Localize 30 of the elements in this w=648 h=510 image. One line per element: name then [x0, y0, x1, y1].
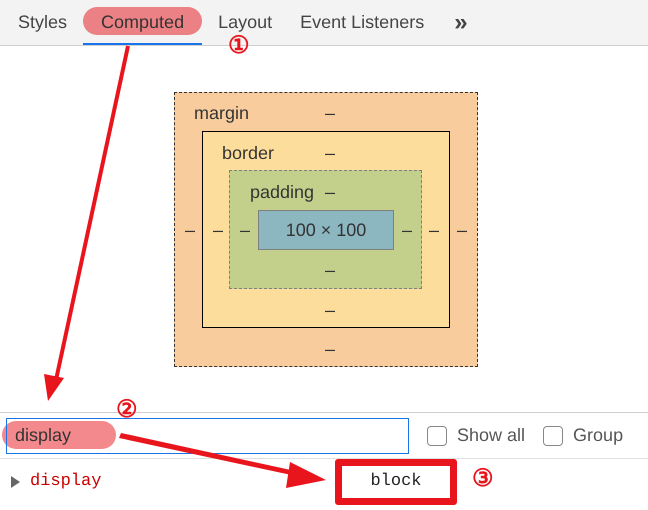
value-text: – [325, 259, 336, 281]
step-number: ① [228, 33, 250, 59]
checkbox[interactable] [427, 426, 447, 446]
tab[interactable]: Styles [6, 1, 80, 45]
value-text: – [325, 142, 336, 164]
filter-field[interactable]: display [6, 418, 409, 454]
step-number: ③ [472, 466, 494, 492]
value-text: – [185, 219, 196, 241]
checkbox-label: Group [573, 424, 624, 447]
value-text: – [325, 102, 336, 124]
tab[interactable]: Computed [83, 1, 202, 45]
value-text: – [325, 338, 336, 360]
value-text: – [429, 219, 440, 241]
value-text: – [325, 181, 336, 203]
content-box: 100 × 100 [258, 210, 394, 250]
padding-label: padding [250, 181, 314, 203]
value-text: – [213, 219, 224, 241]
margin-label: margin [194, 102, 250, 124]
more-tabs-button[interactable]: » [440, 1, 482, 45]
checkbox-label: Show all [457, 424, 526, 447]
value-text: – [240, 219, 250, 241]
expand-arrow-icon[interactable] [10, 476, 20, 488]
border-label: border [222, 142, 274, 164]
value-text: – [457, 219, 468, 241]
checkbox[interactable] [543, 426, 564, 446]
property-name: display [30, 471, 102, 494]
value-text: – [325, 299, 336, 321]
property-value: block [335, 459, 457, 505]
tab[interactable]: Event Listeners [288, 1, 436, 45]
value-text: – [402, 219, 412, 241]
